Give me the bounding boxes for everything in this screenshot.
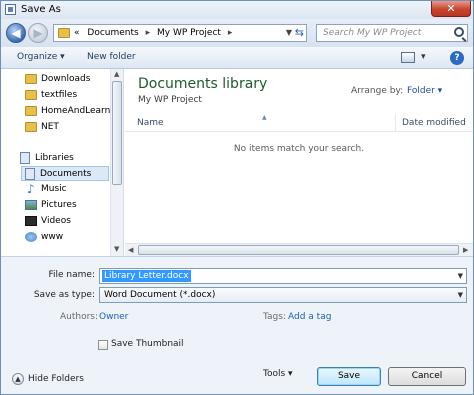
help-icon[interactable]: ? xyxy=(450,51,464,65)
file-list-pane: Documents library My WP Project Arrange … xyxy=(125,69,473,256)
address-bar[interactable]: « Documents ▸ My WP Project ▸ ▼ ⇆ xyxy=(53,24,307,42)
file-name-label: File name: xyxy=(48,270,95,280)
sort-ascending-icon: ▲ xyxy=(262,114,267,121)
title-bar[interactable]: Save As ✕ xyxy=(1,1,473,19)
sidebar-item-label: Documents xyxy=(40,169,92,179)
scroll-right-icon[interactable]: ▶ xyxy=(463,246,468,254)
library-title: Documents library xyxy=(138,76,268,92)
sidebar-item-label: Downloads xyxy=(41,74,91,84)
file-list-scrollbar[interactable]: ◀ ▶ xyxy=(125,243,473,256)
breadcrumb-item-documents[interactable]: Documents xyxy=(87,28,138,38)
sidebar-item-label: www xyxy=(41,232,64,242)
sidebar-item-downloads[interactable]: Downloads xyxy=(23,72,108,87)
homegroup-icon xyxy=(25,232,37,242)
authors-label: Authors: xyxy=(60,312,99,322)
new-folder-button[interactable]: New folder xyxy=(87,52,136,62)
save-as-type-label: Save as type: xyxy=(33,290,95,300)
tags-field[interactable]: Add a tag xyxy=(288,312,331,322)
chevron-right-icon[interactable]: ▸ xyxy=(228,28,233,38)
library-subtitle: My WP Project xyxy=(138,95,202,105)
search-icon[interactable] xyxy=(454,27,464,37)
videos-icon xyxy=(25,216,37,226)
scroll-up-icon[interactable]: ▲ xyxy=(114,70,119,78)
pictures-icon xyxy=(25,200,37,210)
music-icon: ♪ xyxy=(27,182,35,196)
sidebar-item-label: Libraries xyxy=(35,153,74,163)
folder-icon xyxy=(58,28,70,38)
sidebar-scrollbar[interactable]: ▲ ▼ xyxy=(110,69,123,256)
folder-icon xyxy=(25,106,37,116)
sidebar-item-label: HomeAndLearn xyxy=(41,106,111,116)
document-library-icon xyxy=(25,168,35,180)
arrange-by-dropdown[interactable]: Folder ▾ xyxy=(407,86,442,96)
sidebar-item-net[interactable]: NET xyxy=(23,120,108,135)
organize-button[interactable]: Organize ▾ xyxy=(17,52,65,62)
column-header-date-modified[interactable]: Date modified xyxy=(402,118,466,128)
save-as-type-value: Word Document (*.docx) xyxy=(104,290,216,300)
scroll-left-icon[interactable]: ◀ xyxy=(128,246,133,254)
navigation-bar: ◀ ▶ « Documents ▸ My WP Project ▸ ▼ ⇆ Se… xyxy=(1,19,473,47)
sidebar-item-textfiles[interactable]: textfiles xyxy=(23,88,108,103)
tools-button[interactable]: Tools ▾ xyxy=(263,369,293,379)
sidebar-item-label: textfiles xyxy=(41,90,78,100)
forward-button[interactable]: ▶ xyxy=(28,23,48,43)
search-input[interactable]: Search My WP Project xyxy=(316,24,468,42)
scroll-down-icon[interactable]: ▼ xyxy=(114,245,119,253)
chevron-right-icon[interactable]: ▸ xyxy=(146,28,151,38)
arrange-by-label: Arrange by: xyxy=(351,86,404,96)
close-button[interactable]: ✕ xyxy=(431,1,471,17)
column-divider[interactable] xyxy=(395,114,396,132)
scrollbar-thumb[interactable] xyxy=(112,81,122,185)
cancel-button[interactable]: Cancel xyxy=(388,367,466,386)
window-title: Save As xyxy=(21,4,61,15)
libraries-icon xyxy=(20,152,30,164)
sidebar-item-www[interactable]: www xyxy=(23,230,108,245)
save-as-dialog: Save As ✕ ◀ ▶ « Documents ▸ My WP Projec… xyxy=(0,0,474,395)
refresh-icon[interactable]: ⇆ xyxy=(295,26,304,39)
hide-folders-label: Hide Folders xyxy=(28,374,84,384)
folder-icon xyxy=(25,90,37,100)
sidebar-item-documents[interactable]: Documents xyxy=(21,166,109,181)
sidebar-item-music[interactable]: ♪ Music xyxy=(23,182,108,197)
file-name-value[interactable]: Library Letter.docx xyxy=(102,270,191,282)
sidebar-item-label: Pictures xyxy=(41,200,77,210)
chevron-up-icon: ▲ xyxy=(12,373,24,385)
breadcrumb-item-my-wp-project[interactable]: My WP Project xyxy=(157,28,221,38)
back-button[interactable]: ◀ xyxy=(6,23,26,43)
sidebar-item-videos[interactable]: Videos xyxy=(23,214,108,229)
folder-icon xyxy=(25,74,37,84)
column-header-name[interactable]: Name xyxy=(137,118,164,128)
save-as-type-select[interactable]: Word Document (*.docx) ▼ xyxy=(99,287,467,303)
scrollbar-thumb[interactable] xyxy=(138,245,459,255)
chevron-down-icon[interactable]: ▾ xyxy=(421,52,426,62)
toolbar: Organize ▾ New folder ▾ ? xyxy=(1,47,473,69)
save-details-panel: File name: Library Letter.docx ▼ Save as… xyxy=(1,256,473,394)
app-icon xyxy=(5,4,16,15)
chevron-down-icon[interactable]: ▼ xyxy=(286,28,292,37)
breadcrumb-overflow[interactable]: « xyxy=(74,28,80,38)
search-placeholder: Search My WP Project xyxy=(323,28,422,38)
empty-message: No items match your search. xyxy=(233,144,365,154)
tags-label: Tags: xyxy=(263,312,286,322)
breadcrumb: « Documents ▸ My WP Project ▸ xyxy=(74,28,236,38)
authors-field[interactable]: Owner xyxy=(99,312,128,322)
save-thumbnail-checkbox[interactable] xyxy=(98,340,108,350)
folder-icon xyxy=(25,122,37,132)
save-button[interactable]: Save xyxy=(317,367,381,386)
column-header-row: Name ▲ Date modified xyxy=(125,114,473,132)
sidebar-item-label: Videos xyxy=(41,216,71,226)
chevron-down-icon[interactable]: ▼ xyxy=(458,291,463,299)
chevron-down-icon[interactable]: ▼ xyxy=(458,272,463,280)
view-options-icon[interactable] xyxy=(401,52,415,63)
file-name-input[interactable]: Library Letter.docx ▼ xyxy=(99,268,467,284)
sidebar-item-libraries[interactable]: Libraries xyxy=(17,151,107,166)
sidebar-item-pictures[interactable]: Pictures xyxy=(23,198,108,213)
save-thumbnail-label[interactable]: Save Thumbnail xyxy=(111,339,184,349)
sidebar-item-label: NET xyxy=(41,122,59,132)
sidebar-item-homeandlearn[interactable]: HomeAndLearn xyxy=(23,104,111,119)
sidebar-item-label: Music xyxy=(41,184,67,194)
navigation-pane: Downloads textfiles HomeAndLearn NET Lib… xyxy=(1,69,124,256)
